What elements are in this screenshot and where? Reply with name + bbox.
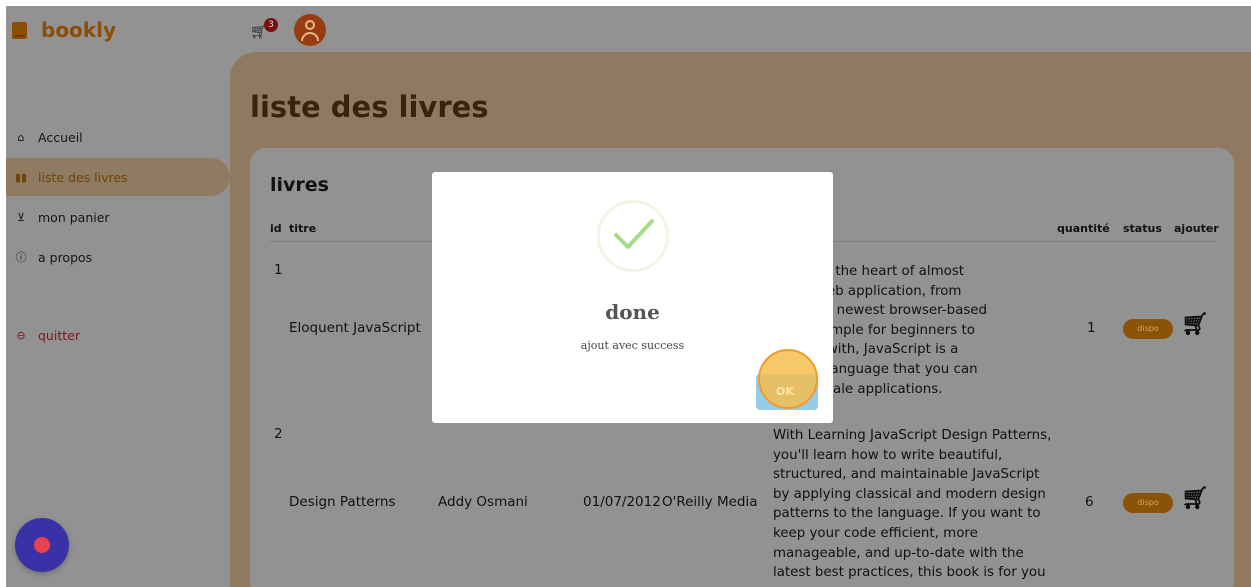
row-auteur: Addy Osmani: [438, 494, 528, 510]
sidebar-item-label: a propos: [38, 249, 93, 265]
sidebar-item-mon-panier[interactable]: ⊻ mon panier: [6, 198, 230, 236]
ok-button-label[interactable]: OK: [776, 385, 794, 398]
desc-line: With Learning JavaScript Design Patterns…: [773, 428, 1052, 443]
status-badge: dispo: [1123, 319, 1173, 339]
brand[interactable]: bookly: [12, 18, 116, 42]
status-badge: dispo: [1123, 493, 1173, 513]
col-status: status: [1123, 222, 1162, 235]
col-titre: titre: [289, 222, 317, 235]
book-icon: [12, 21, 27, 39]
sidebar-item-quitter[interactable]: ⊖ quitter: [6, 316, 230, 354]
sidebar-item-label: liste des livres: [38, 169, 128, 185]
row-titre: Eloquent JavaScript: [289, 320, 421, 336]
desc-line: keep your code efficient, more: [773, 525, 978, 541]
books-icon: ▮▮: [14, 170, 28, 184]
desc-line: manageable, and up-to-date with the: [773, 545, 1024, 561]
col-id: id: [270, 222, 282, 235]
home-icon: ⌂: [17, 130, 25, 144]
card-title: livres: [270, 174, 329, 196]
dialog-title: done: [605, 300, 660, 324]
logout-icon: ⊖: [16, 328, 26, 342]
col-ajouter: ajouter: [1174, 222, 1219, 235]
floating-action-button[interactable]: [15, 518, 69, 572]
sidebar-item-label: Accueil: [38, 129, 83, 145]
row-id: 1: [274, 262, 283, 278]
row-editeur: O'Reilly Media: [662, 494, 758, 510]
sidebar-nav: ⌂ Accueil ▮▮ liste des livres ⊻ mon pani…: [6, 118, 230, 356]
add-to-cart-icon[interactable]: 🛒︎: [1181, 486, 1209, 511]
row-description: With Learning JavaScript Design Patterns…: [773, 426, 1063, 583]
check-icon: [614, 219, 654, 249]
desc-line: latest best practices, this book is for …: [773, 565, 1046, 581]
avatar-head: [305, 20, 315, 30]
row-date: 01/07/2012: [583, 494, 661, 510]
sidebar-item-liste-des-livres[interactable]: ▮▮ liste des livres: [6, 158, 230, 196]
header-cart-button[interactable]: 🛒︎ 3: [250, 18, 280, 42]
desc-line: by applying classical and modern design: [773, 486, 1046, 502]
row-titre: Design Patterns: [289, 494, 396, 510]
add-to-cart-icon[interactable]: 🛒︎: [1181, 312, 1209, 337]
col-quantite: quantité: [1057, 222, 1110, 235]
success-check-icon: [597, 200, 669, 272]
row-id: 2: [274, 426, 283, 442]
desc-line: you'll learn how to write beautiful,: [773, 447, 1003, 463]
user-avatar[interactable]: [294, 14, 326, 46]
page-title: liste des livres: [250, 90, 489, 124]
sidebar-item-a-propos[interactable]: ⓘ a propos: [6, 238, 230, 276]
brand-name: bookly: [41, 18, 116, 42]
sidebar-item-label: quitter: [38, 327, 80, 343]
avatar-body: [301, 32, 319, 41]
desc-line: patterns to the language. If you want to: [773, 506, 1041, 522]
sidebar-item-label: mon panier: [38, 209, 110, 225]
info-icon: ⓘ: [15, 251, 27, 264]
desc-line: structured, and maintainable JavaScript: [773, 467, 1040, 483]
cart-icon: ⊻: [16, 210, 26, 224]
record-dot-icon: [34, 537, 50, 553]
dialog-message: ajout avec success: [580, 339, 685, 352]
sidebar-item-accueil[interactable]: ⌂ Accueil: [6, 118, 230, 156]
click-highlight: [758, 349, 818, 409]
row-quantite: 1: [1087, 320, 1096, 336]
row-quantite: 6: [1085, 494, 1094, 510]
cart-count-badge: 3: [264, 18, 278, 32]
